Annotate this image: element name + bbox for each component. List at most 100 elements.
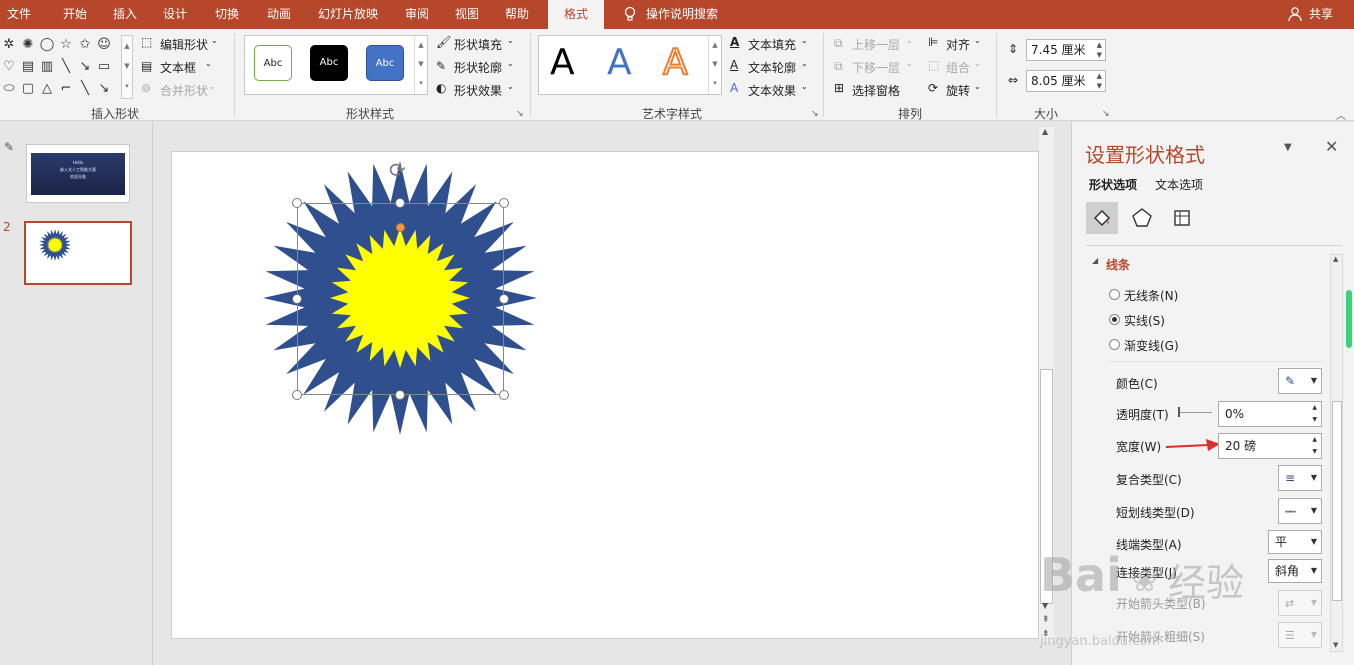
tab-slideshow[interactable]: 幻灯片放映 xyxy=(308,0,388,29)
dialog-launcher-icon[interactable]: ↘ xyxy=(1102,109,1110,119)
textbox-shape-icon[interactable]: ▤ xyxy=(19,59,37,74)
selection-pane-icon[interactable]: ⊞ xyxy=(834,81,844,95)
tab-transitions[interactable]: 切换 xyxy=(206,0,248,29)
transparency-input[interactable]: 0% ▲ ▼ xyxy=(1218,401,1322,427)
resize-handle-n[interactable] xyxy=(395,198,405,208)
rounded-shape-icon[interactable]: ◯ xyxy=(38,37,56,52)
transparency-slider[interactable] xyxy=(1178,412,1212,413)
bring-forward-button[interactable]: 上移一层 xyxy=(852,36,900,53)
share-button[interactable]: 共享 xyxy=(1304,0,1338,29)
rotate-handle-icon[interactable]: ⟳ xyxy=(389,158,406,182)
shape-effects-icon[interactable]: ◐ xyxy=(436,81,446,95)
tab-design[interactable]: 设计 xyxy=(154,0,196,29)
style-preset-blue[interactable]: Abc xyxy=(366,45,404,81)
section-collapse-icon[interactable]: ◢ xyxy=(1092,256,1098,265)
spinner-arrows-icon[interactable]: ▲ ▼ xyxy=(1312,434,1317,458)
chevron-down-icon[interactable]: ⌄ xyxy=(507,59,514,68)
dialog-launcher-icon[interactable]: ↘ xyxy=(516,109,524,119)
text-fill-button[interactable]: 文本填充 xyxy=(748,36,796,53)
dialog-launcher-icon[interactable]: ↘ xyxy=(811,109,819,119)
text-effects-button[interactable]: 文本效果 xyxy=(748,82,796,99)
user-icon[interactable] xyxy=(1286,0,1304,29)
resize-handle-ne[interactable] xyxy=(499,198,509,208)
group-button[interactable]: 组合 xyxy=(946,59,970,76)
transparency-slider-thumb[interactable] xyxy=(1178,407,1180,417)
text-effects-icon[interactable]: A xyxy=(730,81,738,95)
shape-fill-button[interactable]: 形状填充 xyxy=(454,36,502,53)
compound-type-dropdown[interactable]: ≡ ▼ xyxy=(1278,465,1322,491)
chevron-down-icon[interactable]: ⌄ xyxy=(507,82,514,91)
rotate-icon[interactable]: ⟳ xyxy=(928,81,938,95)
tab-home[interactable]: 开始 xyxy=(52,0,98,29)
wordart-preset-blue[interactable]: A xyxy=(607,41,632,85)
resize-handle-w[interactable] xyxy=(292,294,302,304)
text-box-button[interactable]: 文本框 xyxy=(160,59,196,76)
elbow-connector-shape-icon[interactable]: ⌐ xyxy=(57,81,75,96)
radio-gradient-line[interactable] xyxy=(1109,339,1120,350)
close-icon[interactable]: ✕ xyxy=(1325,137,1338,156)
tab-shape-options[interactable]: 形状选项 xyxy=(1089,176,1137,193)
resize-handle-se[interactable] xyxy=(499,390,509,400)
join-type-dropdown[interactable]: 斜角 ▼ xyxy=(1268,559,1322,583)
textbox-icon[interactable]: ▤ xyxy=(141,59,152,73)
chevron-down-icon[interactable]: ⌄ xyxy=(205,59,212,68)
shape-effects-button[interactable]: 形状效果 xyxy=(454,82,502,99)
triangle-shape-icon[interactable]: △ xyxy=(38,81,56,96)
diagonal-arrow-shape-icon[interactable]: ↘ xyxy=(95,81,113,96)
oval-shape-icon[interactable]: ⬭ xyxy=(0,81,18,96)
selection-pane-button[interactable]: 选择窗格 xyxy=(852,82,900,99)
tab-insert[interactable]: 插入 xyxy=(104,0,146,29)
scroll-up-icon[interactable]: ▲ xyxy=(1333,255,1338,263)
wordart-preset-black[interactable]: A xyxy=(550,41,575,85)
rotate-button[interactable]: 旋转 xyxy=(946,82,970,99)
no-line-label[interactable]: 无线条(N) xyxy=(1124,287,1178,304)
scroll-down-icon[interactable]: ▼ xyxy=(1333,641,1338,649)
line-color-dropdown[interactable]: ✎ ▼ xyxy=(1278,368,1322,394)
gradient-line-label[interactable]: 渐变线(G) xyxy=(1124,337,1179,354)
spinner-arrows-icon[interactable]: ▲ ▼ xyxy=(1097,71,1102,91)
spinner-arrows-icon[interactable]: ▲ ▼ xyxy=(1097,40,1102,60)
align-button[interactable]: 对齐 xyxy=(946,36,970,53)
spinner-arrows-icon[interactable]: ▲ ▼ xyxy=(1312,402,1317,426)
resize-handle-s[interactable] xyxy=(395,390,405,400)
next-slide-icon[interactable]: ⇟ xyxy=(1042,629,1050,639)
text-fill-icon[interactable]: A xyxy=(730,35,739,49)
send-backward-button[interactable]: 下移一层 xyxy=(852,59,900,76)
style-gallery-scroll[interactable]: ▲ ▼ ▾ xyxy=(414,36,427,94)
resize-handle-nw[interactable] xyxy=(292,198,302,208)
pencil-outline-icon[interactable]: ✎ xyxy=(436,59,446,73)
vertical-text-shape-icon[interactable]: ▥ xyxy=(38,59,56,74)
adjust-handle[interactable] xyxy=(396,223,405,232)
resize-handle-e[interactable] xyxy=(499,294,509,304)
line-section-header[interactable]: 线条 xyxy=(1106,256,1130,273)
tab-format[interactable]: 格式 xyxy=(548,0,604,29)
wordart-gallery-scroll[interactable]: ▲ ▼ ▾ xyxy=(708,36,721,94)
shape-height-input[interactable]: 7.45 厘米 ▲ ▼ xyxy=(1026,39,1106,61)
shape-gallery[interactable]: ✲ ✺ ◯ ☆ ✩ ☺ ♡ ▤ ▥ ╲ ↘ ▭ ⬭ ▢ △ ⌐ ╲ ↘ xyxy=(0,35,120,101)
dash-type-dropdown[interactable]: ┅┅ ▼ xyxy=(1278,498,1322,524)
scroll-down-icon[interactable]: ▼ xyxy=(1042,601,1048,610)
slide-thumbnail-1[interactable]: Hello 嵌入式人工智能大赛 欢迎光临 xyxy=(26,144,130,203)
pane-options-icon[interactable]: ▼ xyxy=(1284,142,1292,153)
chevron-down-icon[interactable]: ⌄ xyxy=(801,59,808,68)
gear2-shape-icon[interactable]: ✺ xyxy=(19,37,37,52)
tab-review[interactable]: 审阅 xyxy=(396,0,438,29)
style-preset-outline[interactable]: Abc xyxy=(254,45,292,81)
pane-scrollbar-thumb[interactable] xyxy=(1332,401,1342,601)
vertical-scrollbar[interactable]: ▲ ▼ ⇞ ⇟ xyxy=(1039,127,1054,642)
text-outline-button[interactable]: 文本轮廓 xyxy=(748,59,796,76)
pentagon-effects-icon[interactable] xyxy=(1131,207,1153,229)
style-preset-black[interactable]: Abc xyxy=(310,45,348,81)
gear-shape-icon[interactable]: ✲ xyxy=(0,37,18,52)
shape-outline-button[interactable]: 形状轮廓 xyxy=(454,59,502,76)
pane-scrollbar[interactable]: ▲ ▼ xyxy=(1330,254,1343,652)
collapse-ribbon-icon[interactable]: ︿ xyxy=(1336,107,1346,122)
tell-me-search[interactable]: 操作说明搜索 xyxy=(646,0,726,29)
shape-width-input[interactable]: 8.05 厘米 ▲ ▼ xyxy=(1026,70,1106,92)
edit-shape-icon[interactable]: ⬚ xyxy=(141,35,152,49)
round-rect-shape-icon[interactable]: ▢ xyxy=(19,81,37,96)
rectangle-shape-icon[interactable]: ▭ xyxy=(95,59,113,74)
line-shape-icon[interactable]: ╲ xyxy=(57,59,75,74)
line-width-input[interactable]: 20 磅 ▲ ▼ xyxy=(1218,433,1322,459)
tab-animations[interactable]: 动画 xyxy=(258,0,300,29)
